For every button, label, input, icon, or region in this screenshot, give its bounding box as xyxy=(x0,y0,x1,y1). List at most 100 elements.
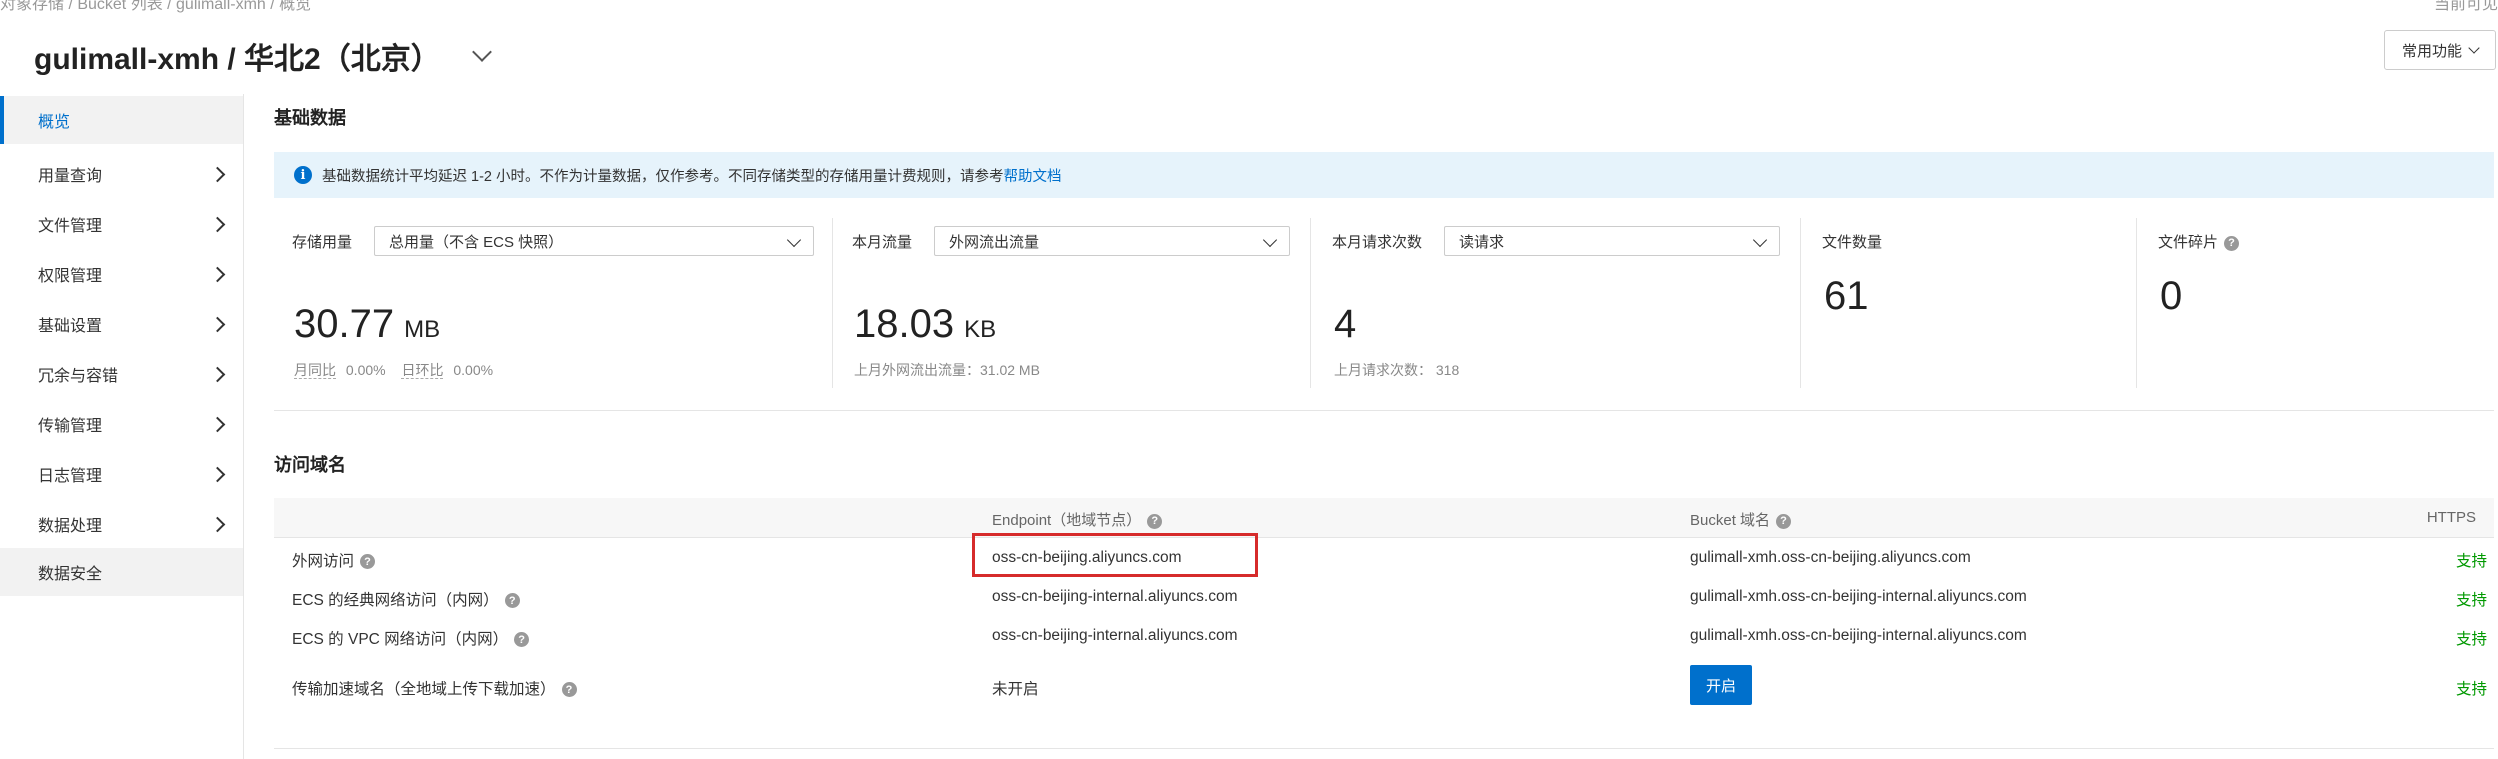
table-row-bucket-domain[interactable]: gulimall-xmh.oss-cn-beijing.aliyuncs.com xyxy=(1690,549,1971,567)
chevron-right-icon xyxy=(209,366,226,382)
chevron-down-icon xyxy=(1262,232,1278,248)
common-functions-label: 常用功能 xyxy=(2401,42,2462,60)
sidebar-item-label: 日志管理 xyxy=(38,468,103,485)
https-support: 支持 xyxy=(2456,553,2488,570)
traffic-last-month: 上月外网流出流量：31.02 MB xyxy=(854,362,1040,378)
sidebar-item-label: 数据处理 xyxy=(38,518,103,535)
sidebar-item-label: 文件管理 xyxy=(38,218,103,235)
help-icon[interactable]: ? xyxy=(561,682,577,698)
fragments-label: 文件碎片? xyxy=(2158,231,2240,252)
request-type-select[interactable]: 读请求 xyxy=(1444,226,1780,256)
table-row-endpoint[interactable]: oss-cn-beijing-internal.aliyuncs.com xyxy=(992,627,1238,645)
row-type-text: ECS 的 VPC 网络访问（内网） xyxy=(292,631,509,648)
card-divider xyxy=(2136,218,2137,388)
highlight-box xyxy=(972,533,1258,577)
table-row-type: ECS 的 VPC 网络访问（内网）? xyxy=(292,627,530,649)
endpoint-header: Endpoint（地域节点）? xyxy=(992,509,1163,530)
table-row-bucket-domain[interactable]: gulimall-xmh.oss-cn-beijing-internal.ali… xyxy=(1690,627,2027,645)
bucket-header: Bucket 域名? xyxy=(1690,509,1792,530)
domains-table-header: Endpoint（地域节点）? Bucket 域名? HTTPS xyxy=(274,498,2494,538)
request-select-value: 读请求 xyxy=(1459,233,1505,251)
sidebar-item-files[interactable]: 文件管理 xyxy=(0,200,243,248)
traffic-value: 18.03 KB xyxy=(854,302,996,347)
fragments-label-text: 文件碎片 xyxy=(2158,234,2219,251)
sidebar-item-basic-settings[interactable]: 基础设置 xyxy=(0,300,243,348)
common-functions-button[interactable]: 常用功能 xyxy=(2384,30,2496,70)
bucket-header-text: Bucket 域名 xyxy=(1690,512,1771,529)
chevron-down-icon[interactable] xyxy=(471,42,492,62)
https-support: 支持 xyxy=(2456,631,2488,648)
help-icon[interactable]: ? xyxy=(2224,235,2240,251)
chevron-right-icon xyxy=(209,166,226,182)
endpoint-header-text: Endpoint（地域节点） xyxy=(992,512,1142,529)
storage-label: 存储用量 xyxy=(292,234,353,251)
https-support: 支持 xyxy=(2456,681,2488,698)
bucket-title: gulimall-xmh / 华北2（北京） xyxy=(34,43,441,76)
requests-card: 本月请求次数 读请求 4 上月请求次数： 318 xyxy=(1314,218,1800,408)
requests-value: 4 xyxy=(1334,302,1357,346)
page-title: gulimall-xmh / 华北2（北京） xyxy=(34,34,492,78)
sidebar-item-label: 数据安全 xyxy=(38,566,103,583)
section-divider xyxy=(274,748,2494,749)
mom-label: 日环比 xyxy=(401,362,444,379)
chevron-right-icon xyxy=(209,266,226,282)
basic-data-title: 基础数据 xyxy=(274,108,346,128)
yoy-label: 月同比 xyxy=(294,362,336,379)
help-icon[interactable]: ? xyxy=(1776,513,1792,529)
help-icon[interactable]: ? xyxy=(504,593,520,609)
section-divider xyxy=(274,410,2494,411)
help-icon[interactable]: ? xyxy=(1147,513,1163,529)
sidebar-item-transfer[interactable]: 传输管理 xyxy=(0,400,243,448)
top-right-text: 当前可见 xyxy=(2433,0,2498,13)
yoy-value: 0.00% xyxy=(345,362,386,378)
fragments-value: 0 xyxy=(2160,274,2183,318)
storage-type-select[interactable]: 总用量（不含 ECS 快照） xyxy=(374,226,814,256)
help-icon[interactable]: ? xyxy=(360,554,376,570)
sidebar-item-data-processing[interactable]: 数据处理 xyxy=(0,500,243,548)
notice-text: 基础数据统计平均延迟 1-2 小时。不作为计量数据，仅作参考。不同存储类型的存储… xyxy=(322,168,1004,185)
sidebar-item-label: 概览 xyxy=(38,114,71,131)
table-row-endpoint: 未开启 xyxy=(992,681,1039,698)
traffic-number: 18.03 xyxy=(854,302,955,346)
table-row-endpoint[interactable]: oss-cn-beijing-internal.aliyuncs.com xyxy=(992,588,1238,606)
chevron-right-icon xyxy=(209,516,226,532)
chevron-down-icon xyxy=(1752,232,1768,248)
table-row-type: 外网访问? xyxy=(292,549,376,571)
traffic-label: 本月流量 xyxy=(852,234,913,251)
sidebar-item-data-security[interactable]: 数据安全 xyxy=(0,548,243,596)
breadcrumb: 对象存储 / Bucket 列表 / gulimall-xmh / 概览 xyxy=(0,0,312,13)
table-row-type: ECS 的经典网络访问（内网）? xyxy=(292,588,520,610)
sidebar-item-logs[interactable]: 日志管理 xyxy=(0,450,243,498)
traffic-unit: KB xyxy=(964,316,997,343)
info-icon: i xyxy=(294,166,312,184)
sidebar-item-redundancy[interactable]: 冗余与容错 xyxy=(0,350,243,398)
sidebar-item-label: 冗余与容错 xyxy=(38,368,119,385)
requests-last-month: 上月请求次数： 318 xyxy=(1334,362,1460,378)
table-row-bucket-domain[interactable]: gulimall-xmh.oss-cn-beijing-internal.ali… xyxy=(1690,588,2027,606)
storage-value: 30.77 MB xyxy=(294,302,440,347)
files-label: 文件数量 xyxy=(1822,234,1883,251)
chevron-down-icon xyxy=(2468,42,2480,54)
traffic-type-select[interactable]: 外网流出流量 xyxy=(934,226,1290,256)
traffic-select-value: 外网流出流量 xyxy=(949,233,1040,251)
chevron-right-icon xyxy=(209,466,226,482)
card-divider xyxy=(1310,218,1311,388)
https-support: 支持 xyxy=(2456,592,2488,609)
sidebar-item-usage[interactable]: 用量查询 xyxy=(0,150,243,198)
https-header: HTTPS xyxy=(2426,509,2476,526)
files-card: 文件数量 61 xyxy=(1804,218,2134,408)
help-doc-link[interactable]: 帮助文档 xyxy=(1004,169,1062,185)
storage-compare: 月同比 0.00% 日环比 0.00% xyxy=(294,360,493,380)
sidebar-item-permissions[interactable]: 权限管理 xyxy=(0,250,243,298)
chevron-right-icon xyxy=(209,316,226,332)
help-icon[interactable]: ? xyxy=(514,632,530,648)
sidebar-item-overview[interactable]: 概览 xyxy=(0,96,243,144)
storage-select-value: 总用量（不含 ECS 快照） xyxy=(389,233,564,251)
row-type-text: 传输加速域名（全地域上传下载加速） xyxy=(292,681,556,698)
domains-title: 访问域名 xyxy=(274,455,346,475)
enable-acceleration-button[interactable]: 开启 xyxy=(1690,665,1752,705)
sidebar-item-label: 用量查询 xyxy=(38,168,103,185)
table-row-type: 传输加速域名（全地域上传下载加速）? xyxy=(292,677,577,699)
row-type-text: ECS 的经典网络访问（内网） xyxy=(292,592,499,609)
card-divider xyxy=(832,218,833,388)
